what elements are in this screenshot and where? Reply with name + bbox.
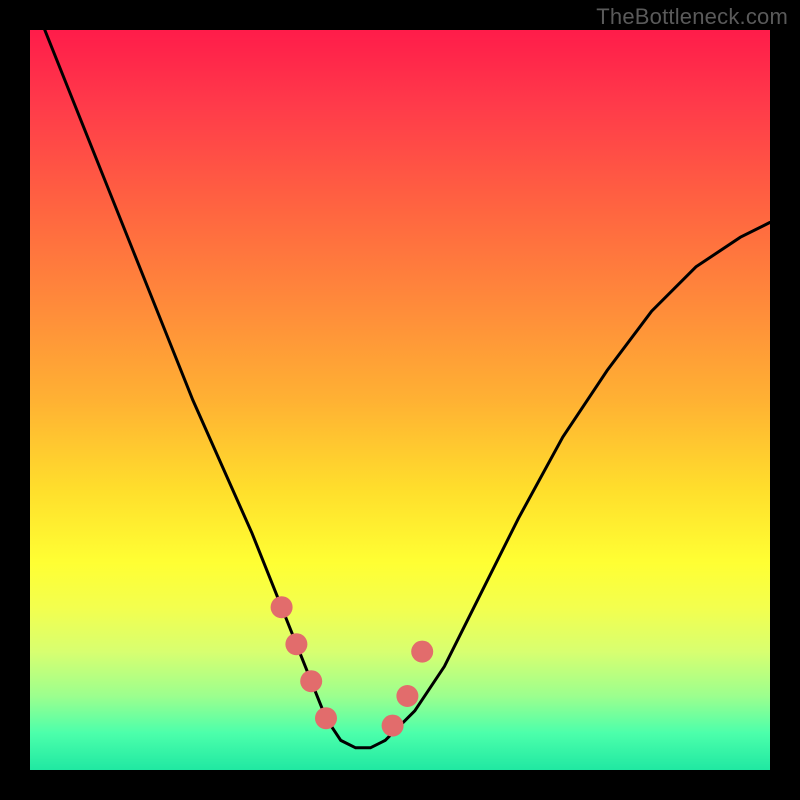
- watermark-text: TheBottleneck.com: [596, 4, 788, 30]
- bottleneck-curve: [45, 30, 770, 748]
- highlight-dot: [396, 685, 418, 707]
- highlight-dot: [271, 596, 293, 618]
- highlight-dot: [285, 633, 307, 655]
- highlight-dot: [411, 641, 433, 663]
- highlight-dot: [315, 707, 337, 729]
- chart-frame: TheBottleneck.com: [0, 0, 800, 800]
- chart-svg: [30, 30, 770, 770]
- highlight-dot: [300, 670, 322, 692]
- highlight-dot: [382, 715, 404, 737]
